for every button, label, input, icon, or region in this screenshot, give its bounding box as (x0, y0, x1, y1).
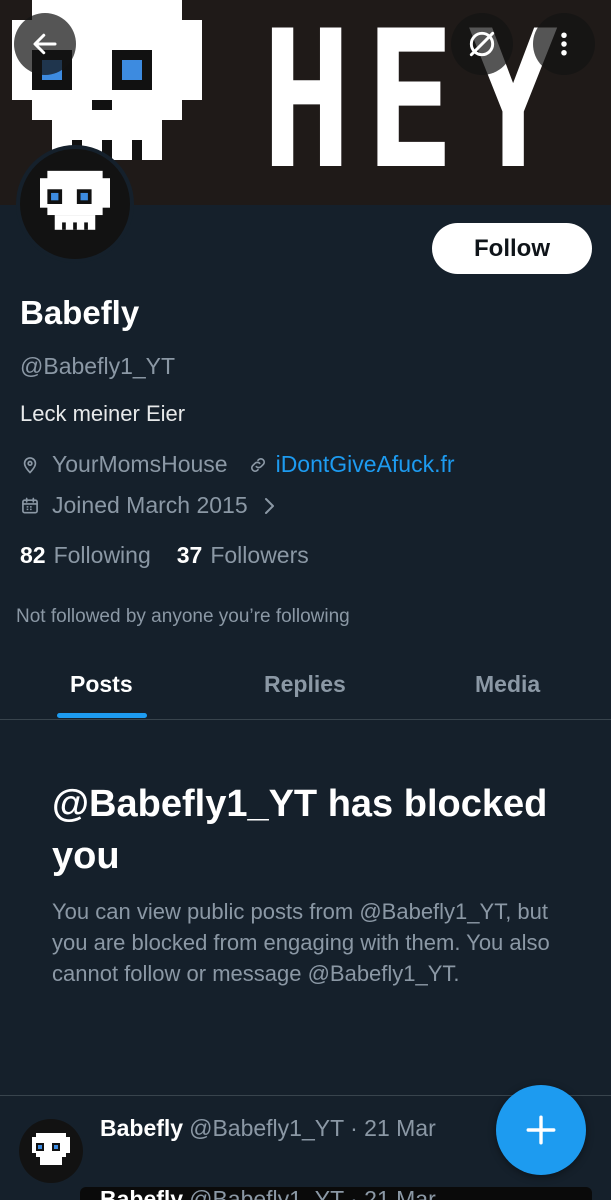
profile-meta-joined[interactable]: Joined March 2015 (20, 492, 276, 519)
next-post-header[interactable]: Babefly @Babefly1_YT · 21 Mar (100, 1186, 436, 1200)
profile-avatar[interactable] (16, 145, 134, 263)
post-author-name: Babefly (100, 1115, 184, 1141)
follow-stats: 82 Following 37 Followers (20, 542, 309, 569)
location-pin-icon (23, 456, 37, 474)
next-post-date: · 21 Mar (350, 1186, 436, 1200)
translate-toggle-button[interactable] (451, 13, 513, 75)
tab-posts[interactable]: Posts (70, 671, 133, 698)
post-avatar[interactable] (19, 1119, 83, 1183)
profile-location: YourMomsHouse (52, 451, 228, 477)
followers-stat[interactable]: 37 Followers (177, 542, 309, 569)
blocked-description: You can view public posts from @Babefly1… (52, 899, 550, 986)
mutual-followers-note: Not followed by anyone you’re following (16, 606, 350, 627)
profile-tabs: Posts Replies Media (0, 660, 611, 720)
profile-meta-location-website: YourMomsHouse iDontGiveAfuck.fr (20, 451, 455, 478)
globe-off-icon (469, 31, 495, 57)
next-post-author-handle: @Babefly1_YT (189, 1186, 344, 1200)
following-count: 82 (20, 542, 46, 568)
next-post-author-name: Babefly (100, 1186, 184, 1200)
chevron-right-icon (264, 497, 274, 514)
pixel-skull-avatar-icon (40, 170, 110, 230)
calendar-icon (22, 497, 38, 513)
plus-icon (526, 1115, 556, 1145)
tab-media[interactable]: Media (475, 671, 540, 698)
follow-button[interactable]: Follow (432, 223, 592, 274)
banner-hey-text: HEY (262, 0, 572, 205)
display-name: Babefly (20, 294, 140, 331)
profile-handle: @Babefly1_YT (20, 353, 176, 379)
post-header[interactable]: Babefly @Babefly1_YT · 21 Mar (100, 1115, 436, 1142)
blocked-title: @Babefly1_YT has blocked you (52, 783, 548, 877)
following-stat[interactable]: 82 Following (20, 542, 151, 569)
followers-count: 37 (176, 542, 203, 568)
profile-joined-date: Joined March 2015 (52, 492, 248, 518)
avatar-image (20, 149, 130, 259)
pixel-skull-avatar-icon (32, 1133, 70, 1165)
post-date: · 21 Mar (350, 1115, 436, 1141)
active-tab-indicator (57, 713, 147, 718)
back-button[interactable] (14, 13, 76, 75)
more-options-button[interactable] (533, 13, 595, 75)
following-label: Following (53, 542, 151, 568)
post-author-handle: @Babefly1_YT (189, 1115, 344, 1141)
link-icon (250, 457, 265, 472)
tab-replies[interactable]: Replies (264, 671, 346, 698)
more-vertical-icon (561, 32, 567, 56)
profile-bio: Leck meiner Eier (20, 401, 186, 426)
arrow-left-icon (33, 33, 57, 55)
compose-post-button[interactable] (496, 1085, 586, 1175)
followers-label: Followers (210, 542, 309, 568)
profile-website-link[interactable]: iDontGiveAfuck.fr (276, 451, 455, 478)
